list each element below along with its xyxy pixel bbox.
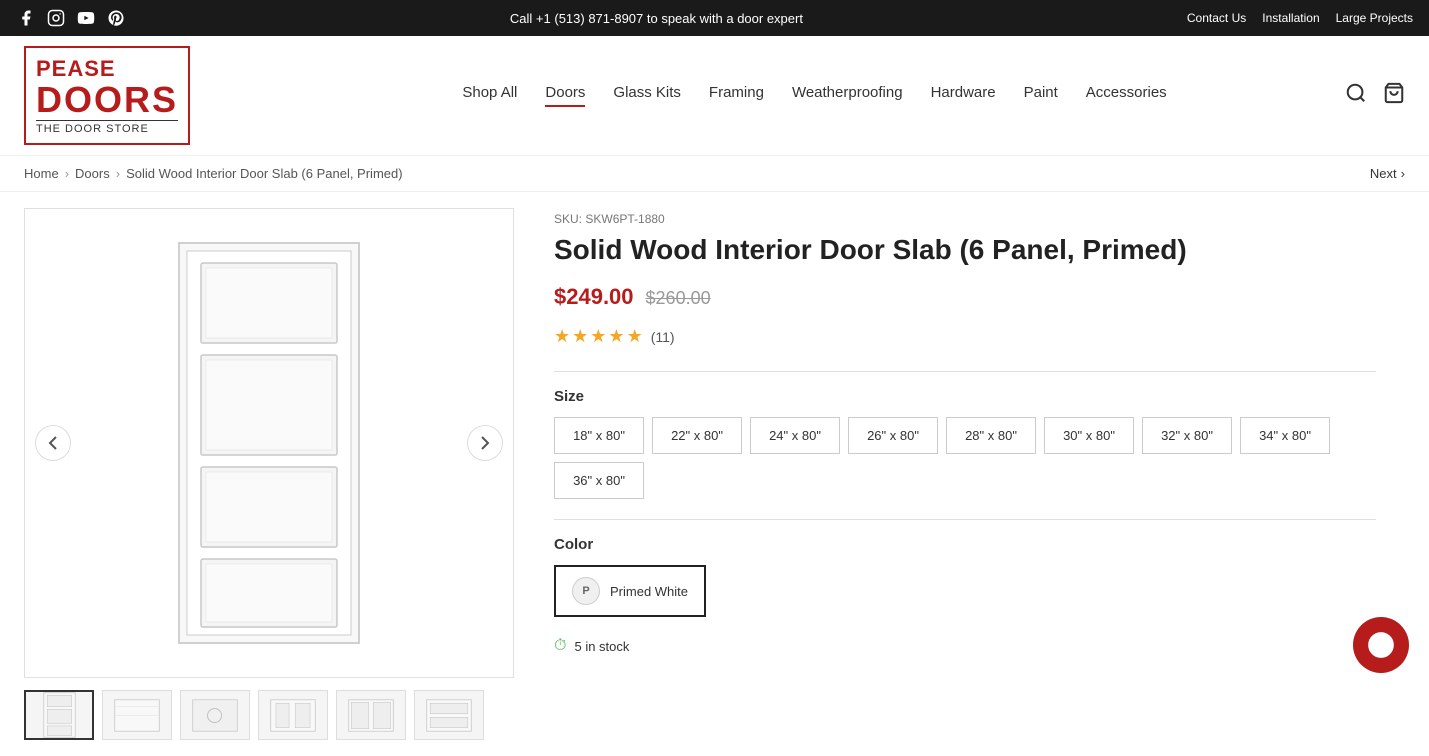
chevron-right-icon: › [1401, 166, 1405, 181]
nav-item-paint[interactable]: Paint [1024, 84, 1058, 107]
nav-item-hardware[interactable]: Hardware [931, 84, 996, 107]
thumbnail-3[interactable] [180, 690, 250, 740]
stock-row: ⏱ 5 in stock [554, 637, 1376, 655]
instagram-icon[interactable] [46, 8, 66, 28]
size-btn-1[interactable]: 22" x 80" [652, 417, 742, 454]
star-3: ★ [590, 326, 606, 347]
clock-icon: ⏱ [554, 637, 566, 655]
thumbnail-1[interactable] [24, 690, 94, 740]
logo-text-doors: DOORS [36, 82, 178, 118]
nav-item-doors[interactable]: Doors [545, 84, 585, 107]
breadcrumb-sep-1: › [65, 166, 69, 181]
color-label-0: Primed White [610, 584, 688, 599]
product-title: Solid Wood Interior Door Slab (6 Panel, … [554, 232, 1376, 268]
breadcrumb: Home › Doors › Solid Wood Interior Door … [0, 156, 1429, 192]
nav-item-weatherproofing[interactable]: Weatherproofing [792, 84, 903, 107]
facebook-icon[interactable] [16, 8, 36, 28]
top-bar-message: Call +1 (513) 871-8907 to speak with a d… [126, 11, 1187, 26]
size-btn-6[interactable]: 32" x 80" [1142, 417, 1232, 454]
size-btn-4[interactable]: 28" x 80" [946, 417, 1036, 454]
divider-1 [554, 371, 1376, 372]
large-projects-link[interactable]: Large Projects [1336, 11, 1413, 25]
breadcrumb-current: Solid Wood Interior Door Slab (6 Panel, … [126, 166, 403, 181]
star-5: ★ [627, 326, 643, 347]
breadcrumb-sep-2: › [116, 166, 120, 181]
star-4: ★ [608, 326, 624, 347]
color-swatch-0: P [572, 577, 600, 605]
header-icons [1345, 82, 1405, 109]
main-image [24, 208, 514, 678]
size-label: Size [554, 388, 1376, 405]
color-section: Color P Primed White [554, 536, 1376, 617]
main-nav: Shop All Doors Glass Kits Framing Weatherpro… [304, 84, 1325, 107]
breadcrumb-left: Home › Doors › Solid Wood Interior Door … [24, 166, 403, 181]
star-1: ★ [554, 326, 570, 347]
price-original: $260.00 [646, 288, 711, 309]
pinterest-icon[interactable] [106, 8, 126, 28]
thumbnail-row [24, 690, 514, 740]
star-rating[interactable]: ★ ★ ★ ★ ★ [554, 326, 643, 347]
support-bubble[interactable] [1353, 617, 1409, 673]
star-2: ★ [572, 326, 588, 347]
social-icons-group [16, 8, 126, 28]
color-options: P Primed White [554, 565, 1376, 617]
contact-link[interactable]: Contact Us [1187, 11, 1246, 25]
rating-count: (11) [651, 329, 675, 345]
thumbnail-2[interactable] [102, 690, 172, 740]
thumbnail-5[interactable] [336, 690, 406, 740]
color-btn-0[interactable]: P Primed White [554, 565, 706, 617]
search-icon[interactable] [1345, 82, 1367, 109]
thumbnail-4[interactable] [258, 690, 328, 740]
size-btn-0[interactable]: 18" x 80" [554, 417, 644, 454]
logo-text-bottom: The Door Store [36, 120, 178, 135]
price-sale: $249.00 [554, 284, 634, 310]
nav-item-framing[interactable]: Framing [709, 84, 764, 107]
nav-item-accessories[interactable]: Accessories [1086, 84, 1167, 107]
breadcrumb-home[interactable]: Home [24, 166, 59, 181]
size-btn-2[interactable]: 24" x 80" [750, 417, 840, 454]
rating-row: ★ ★ ★ ★ ★ (11) [554, 326, 1376, 347]
cart-icon[interactable] [1383, 82, 1405, 109]
size-btn-3[interactable]: 26" x 80" [848, 417, 938, 454]
logo[interactable]: PEASE DOORS The Door Store [24, 46, 284, 145]
breadcrumb-next[interactable]: Next › [1370, 166, 1405, 181]
top-bar-links: Contact Us Installation Large Projects [1187, 11, 1413, 25]
header: PEASE DOORS The Door Store Shop All Doors… [0, 36, 1429, 156]
thumbnail-6[interactable] [414, 690, 484, 740]
installation-link[interactable]: Installation [1262, 11, 1319, 25]
top-bar: Call +1 (513) 871-8907 to speak with a d… [0, 0, 1429, 36]
product-details: SKU: SKW6PT-1880 Solid Wood Interior Doo… [554, 208, 1376, 740]
size-btn-8[interactable]: 36" x 80" [554, 462, 644, 499]
size-btn-5[interactable]: 30" x 80" [1044, 417, 1134, 454]
image-next-button[interactable] [467, 425, 503, 461]
color-label: Color [554, 536, 1376, 553]
divider-2 [554, 519, 1376, 520]
nav-item-glass-kits[interactable]: Glass Kits [613, 84, 681, 107]
size-btn-7[interactable]: 34" x 80" [1240, 417, 1330, 454]
breadcrumb-doors[interactable]: Doors [75, 166, 110, 181]
size-grid: 18" x 80"22" x 80"24" x 80"26" x 80"28" … [554, 417, 1376, 499]
product-prices: $249.00 $260.00 [554, 284, 1376, 310]
product-image-area [24, 208, 514, 740]
product-sku: SKU: SKW6PT-1880 [554, 212, 1376, 226]
stock-text: 5 in stock [574, 639, 629, 654]
youtube-icon[interactable] [76, 8, 96, 28]
nav-item-shop-all[interactable]: Shop All [462, 84, 517, 107]
door-image [25, 209, 513, 677]
image-prev-button[interactable] [35, 425, 71, 461]
main-content: SKU: SKW6PT-1880 Solid Wood Interior Doo… [0, 192, 1400, 756]
